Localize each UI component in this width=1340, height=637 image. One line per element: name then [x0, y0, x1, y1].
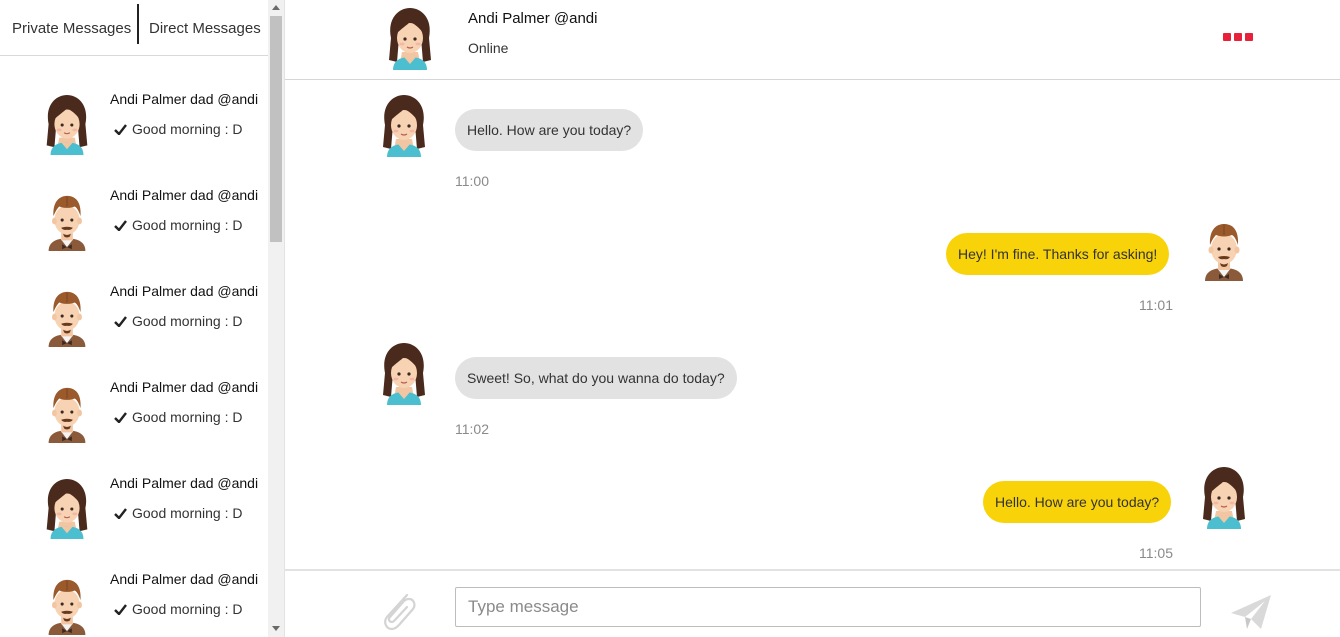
checkmark-icon — [114, 313, 128, 329]
message-bubble-outgoing: Hey! I'm fine. Thanks for asking! — [946, 233, 1170, 275]
message-bubble-incoming: Sweet! So, what do you wanna do today? — [455, 357, 737, 399]
conversation-name: Andi Palmer dad @andi — [110, 571, 259, 587]
male-avatar-icon — [40, 191, 94, 251]
conversation-preview-text: Good morning : D — [132, 217, 243, 233]
conversation-preview-text: Good morning : D — [132, 313, 243, 329]
conversation-preview: Good morning : D — [114, 121, 243, 137]
checkmark-icon — [114, 505, 128, 521]
conversation-list: Andi Palmer dad @andi Good morning : D A… — [0, 57, 268, 637]
more-dots-icon[interactable] — [1223, 33, 1257, 43]
conversation-name: Andi Palmer dad @andi — [110, 91, 259, 107]
conversation-sidebar: Private Messages Direct Messages Andi Pa… — [0, 0, 284, 637]
sidebar-scrollbar[interactable] — [268, 0, 284, 637]
tab-direct-messages[interactable]: Direct Messages — [149, 20, 261, 37]
message-bubble-outgoing: Hello. How are you today? — [983, 481, 1172, 523]
contact-status: Online — [468, 40, 509, 56]
message-composer — [285, 569, 1340, 637]
conversation-item[interactable]: Andi Palmer dad @andi Good morning : D — [0, 567, 268, 637]
paper-plane-icon[interactable] — [1229, 591, 1273, 631]
male-avatar-icon — [1197, 219, 1251, 281]
tab-divider — [137, 4, 139, 44]
conversation-preview: Good morning : D — [114, 409, 243, 425]
female-avatar-icon — [1197, 467, 1251, 529]
conversation-name: Andi Palmer dad @andi — [110, 379, 259, 395]
conversation-preview: Good morning : D — [114, 505, 243, 521]
checkmark-icon — [114, 601, 128, 617]
conversation-item[interactable]: Andi Palmer dad @andi Good morning : D — [0, 183, 268, 279]
chat-panel: Andi Palmer @andi Online Hello. How are … — [284, 0, 1340, 637]
conversation-preview: Good morning : D — [114, 601, 243, 617]
conversation-preview-text: Good morning : D — [132, 121, 243, 137]
female-avatar-icon — [40, 479, 94, 539]
conversation-preview: Good morning : D — [114, 217, 243, 233]
conversation-preview-text: Good morning : D — [132, 601, 243, 617]
conversation-name: Andi Palmer dad @andi — [110, 283, 259, 299]
message-time: 11:01 — [1139, 297, 1173, 313]
male-avatar-icon — [40, 383, 94, 443]
conversation-name: Andi Palmer dad @andi — [110, 187, 259, 203]
message-list: Hello. How are you today? 11:00 Hey! I'm… — [285, 81, 1340, 569]
scroll-up-arrow-icon[interactable] — [272, 5, 280, 10]
female-avatar-icon — [383, 8, 437, 70]
message-input[interactable] — [455, 587, 1201, 627]
checkmark-icon — [114, 121, 128, 137]
message-time: 11:02 — [455, 421, 489, 437]
tab-private-messages[interactable]: Private Messages — [12, 20, 131, 37]
message-bubble-incoming: Hello. How are you today? — [455, 109, 644, 151]
female-avatar-icon — [377, 343, 431, 405]
conversation-name: Andi Palmer dad @andi — [110, 475, 259, 491]
checkmark-icon — [114, 217, 128, 233]
scroll-down-arrow-icon[interactable] — [272, 626, 280, 631]
conversation-item[interactable]: Andi Palmer dad @andi Good morning : D — [0, 87, 268, 183]
male-avatar-icon — [40, 287, 94, 347]
sidebar-tabs: Private Messages Direct Messages — [0, 0, 268, 56]
male-avatar-icon — [40, 575, 94, 635]
conversation-preview-text: Good morning : D — [132, 505, 243, 521]
female-avatar-icon — [40, 95, 94, 155]
scrollbar-thumb[interactable] — [270, 16, 282, 242]
conversation-preview-text: Good morning : D — [132, 409, 243, 425]
paperclip-icon[interactable] — [377, 589, 419, 633]
message-time: 11:05 — [1139, 545, 1173, 561]
checkmark-icon — [114, 409, 128, 425]
chat-header: Andi Palmer @andi Online — [285, 0, 1340, 80]
message-time: 11:00 — [455, 173, 489, 189]
female-avatar-icon — [377, 95, 431, 157]
conversation-item[interactable]: Andi Palmer dad @andi Good morning : D — [0, 279, 268, 375]
conversation-preview: Good morning : D — [114, 313, 243, 329]
contact-name: Andi Palmer @andi — [468, 10, 598, 27]
conversation-item[interactable]: Andi Palmer dad @andi Good morning : D — [0, 471, 268, 567]
conversation-item[interactable]: Andi Palmer dad @andi Good morning : D — [0, 375, 268, 471]
